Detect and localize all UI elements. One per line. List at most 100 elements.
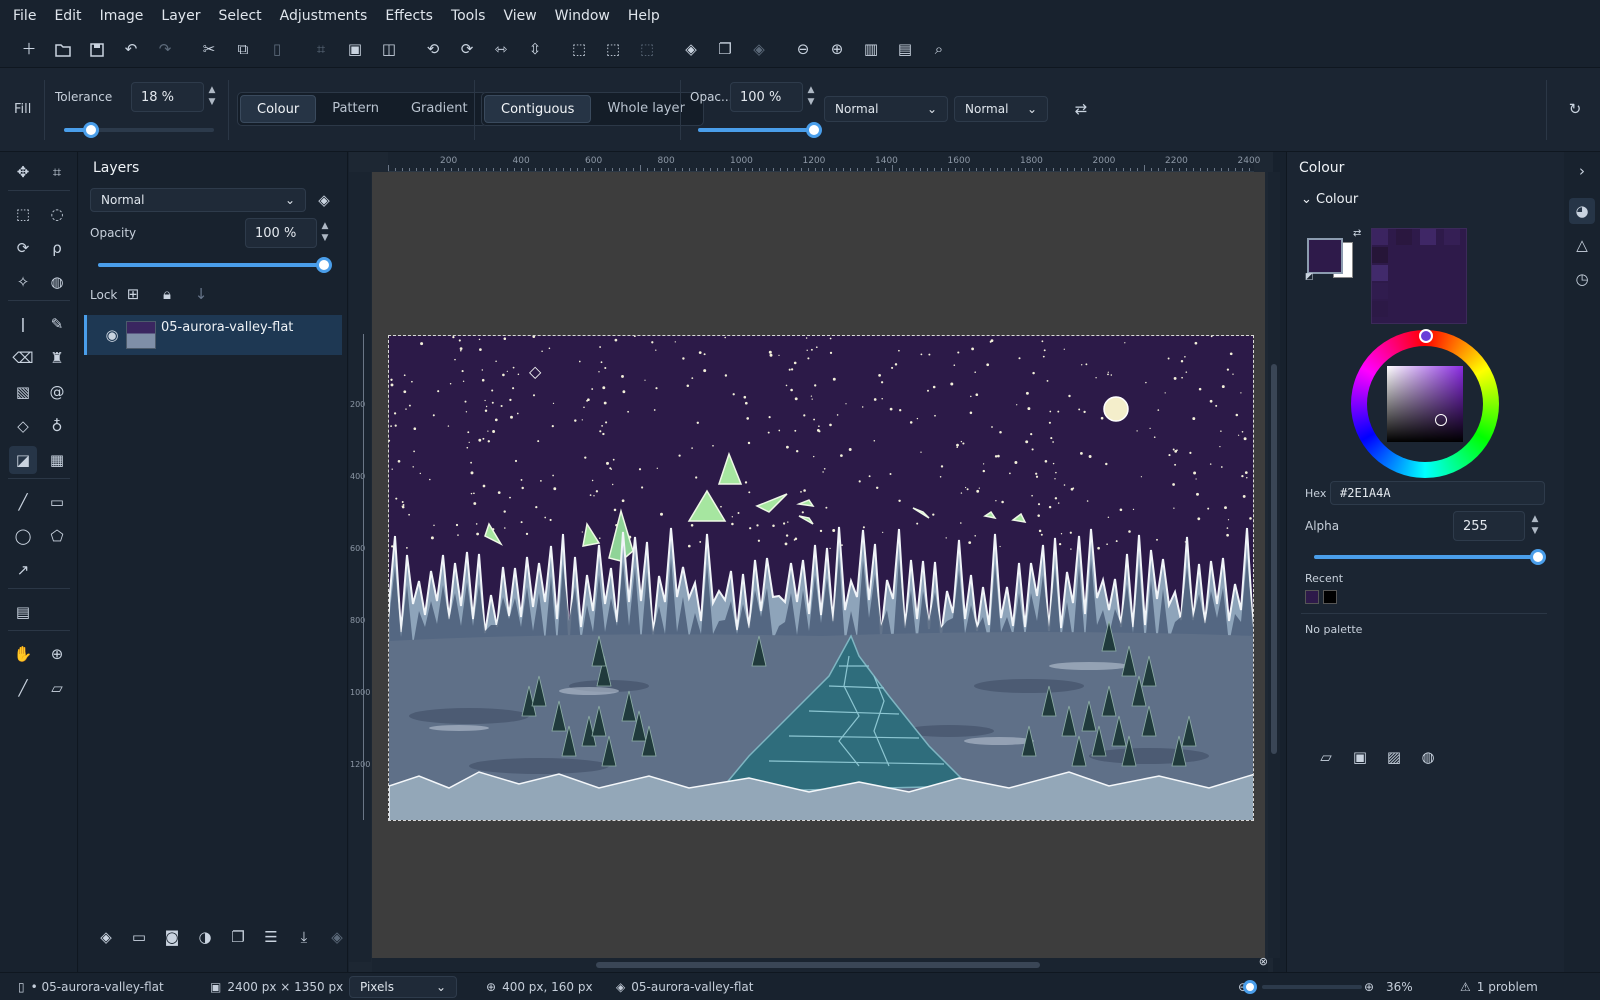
delete-layer-icon[interactable]: ◈ [324, 924, 350, 950]
menu-help[interactable]: Help [619, 0, 669, 32]
magic-wand-icon[interactable]: ✧ [9, 268, 37, 296]
menu-select[interactable]: Select [209, 0, 270, 32]
layer-mask-icon[interactable]: ◙ [159, 924, 185, 950]
colour-select-icon[interactable]: ◍ [43, 268, 71, 296]
copy-icon[interactable]: ⧉ [226, 35, 260, 65]
eyedropper-icon[interactable]: ╱ [9, 674, 37, 702]
save-icon[interactable] [80, 35, 114, 65]
colour-panel-tab-icon[interactable]: ◕ [1569, 198, 1595, 224]
add-layer-icon[interactable]: ◈ [674, 35, 708, 65]
arrow-tool-icon[interactable]: ↗ [9, 556, 37, 584]
lasso-brush-icon[interactable]: ρ [43, 234, 71, 262]
text-tool-icon[interactable]: ▤ [9, 598, 37, 626]
rectangle-tool-icon[interactable]: ▭ [43, 488, 71, 516]
undo-icon[interactable]: ↶ [114, 35, 148, 65]
invert-selection-icon[interactable]: ⬚ [630, 35, 664, 65]
merge-down-icon[interactable]: ☰ [258, 924, 284, 950]
alpha-input[interactable]: 255 [1453, 511, 1525, 541]
zoom-in-icon[interactable]: ⊕ [1364, 973, 1374, 1000]
crop-icon[interactable]: ⌗ [304, 35, 338, 65]
move-tool-icon[interactable]: ✥ [9, 158, 37, 186]
menu-tools[interactable]: Tools [442, 0, 495, 32]
palette-from-image-icon[interactable]: ▨ [1381, 744, 1407, 770]
lock-pixels-icon[interactable]: ⊞ [120, 281, 146, 307]
adjustment-layer-icon[interactable]: ◑ [192, 924, 218, 950]
flip-vertical-icon[interactable]: ⇳ [518, 35, 552, 65]
flood-mode-contiguous[interactable]: Contiguous [484, 95, 592, 123]
save-palette-icon[interactable]: ▣ [1347, 744, 1373, 770]
fill-mode-gradient[interactable]: Gradient [395, 95, 484, 123]
search-icon[interactable]: ⌕ [922, 35, 956, 65]
tolerance-slider[interactable] [64, 122, 214, 138]
layer-blend-select[interactable]: Normal ⌄ [90, 188, 306, 212]
flatten-icon[interactable]: ⤓ [291, 924, 317, 950]
line-tool-icon[interactable]: ╱ [9, 488, 37, 516]
collapse-panel-icon[interactable]: › [1569, 158, 1595, 184]
merge-layer-icon[interactable]: ◈ [742, 35, 776, 65]
rotate-right-icon[interactable]: ⟳ [450, 35, 484, 65]
eraser-icon[interactable]: ⌫ [9, 344, 37, 372]
opacity-stepper[interactable]: ▲ ▼ [805, 84, 817, 108]
layer-opacity-slider[interactable] [98, 257, 332, 273]
blend-mode-select-2[interactable]: Normal ⌄ [954, 96, 1048, 122]
tolerance-input[interactable]: 18 % [131, 82, 204, 112]
redo-icon[interactable]: ↷ [148, 35, 182, 65]
alpha-stepper[interactable]: ▲ ▼ [1529, 513, 1541, 537]
brush-icon[interactable]: ǀ [9, 310, 37, 338]
zoom-slider[interactable] [1243, 973, 1362, 1000]
zoom-out-icon[interactable]: ⊖ [786, 35, 820, 65]
dodge-icon[interactable]: ♁ [43, 412, 71, 440]
rotate-left-icon[interactable]: ⟲ [416, 35, 450, 65]
canvas-size-icon[interactable]: ◫ [372, 35, 406, 65]
fit-window-icon[interactable]: ▤ [888, 35, 922, 65]
opacity-slider[interactable] [698, 122, 822, 138]
menu-window[interactable]: Window [546, 0, 619, 32]
swap-settings-icon[interactable]: ⇄ [1068, 96, 1094, 122]
units-select[interactable]: Pixels ⌄ [349, 976, 457, 998]
resize-image-icon[interactable]: ▣ [338, 35, 372, 65]
colour-section-toggle[interactable]: ⌄ Colour [1301, 192, 1358, 207]
duplicate-layer-icon[interactable]: ❐ [708, 35, 742, 65]
tolerance-stepper[interactable]: ▲ ▼ [206, 84, 218, 108]
paste-icon[interactable]: ▯ [260, 35, 294, 65]
flood-mode-whole-layer[interactable]: Whole layer [591, 95, 700, 123]
visibility-eye-icon[interactable]: ◉ [99, 322, 125, 348]
ruler-tool-icon[interactable]: ▱ [43, 674, 71, 702]
adjustments-tab-icon[interactable]: △ [1569, 232, 1595, 258]
select-all-icon[interactable]: ⬚ [562, 35, 596, 65]
stamp-icon[interactable]: ♜ [43, 344, 71, 372]
zoom-level[interactable]: 36% [1386, 973, 1413, 1000]
sv-picker-handle[interactable] [1435, 414, 1447, 426]
menu-effects[interactable]: Effects [376, 0, 442, 32]
saturation-value-square[interactable] [1387, 366, 1463, 442]
cut-icon[interactable]: ✂ [192, 35, 226, 65]
add-group-icon[interactable]: ▭ [126, 924, 152, 950]
hex-input[interactable]: #2E1A4A [1330, 481, 1545, 505]
alpha-slider[interactable] [1314, 549, 1546, 565]
artwork-canvas[interactable]: ◇ [388, 335, 1254, 821]
menu-adjustments[interactable]: Adjustments [271, 0, 377, 32]
reset-view-icon[interactable]: ⊗ [1259, 955, 1268, 968]
hand-tool-icon[interactable]: ✋ [9, 640, 37, 668]
deselect-icon[interactable]: ⬚ [596, 35, 630, 65]
hue-picker-handle[interactable] [1419, 329, 1433, 343]
lock-position-icon[interactable]: ↓ [188, 281, 214, 307]
layer-stack-icon[interactable]: ◈ [311, 187, 337, 213]
blur-icon[interactable]: ◇ [9, 412, 37, 440]
fill-mode-colour[interactable]: Colour [240, 95, 317, 123]
menu-image[interactable]: Image [91, 0, 153, 32]
heal-icon[interactable]: @ [43, 378, 71, 406]
history-tab-icon[interactable]: ◷ [1569, 266, 1595, 292]
actual-size-icon[interactable]: ▥ [854, 35, 888, 65]
fill-mode-pattern[interactable]: Pattern [316, 95, 395, 123]
horizontal-scrollbar[interactable]: ⊗ [372, 955, 1268, 972]
zoom-in-icon[interactable]: ⊕ [820, 35, 854, 65]
ellipse-tool-icon[interactable]: ◯ [9, 522, 37, 550]
menu-edit[interactable]: Edit [45, 0, 90, 32]
colour-history-grid[interactable] [1371, 228, 1467, 324]
rect-select-icon[interactable]: ⬚ [9, 200, 37, 228]
gradient-icon[interactable]: ▦ [43, 446, 71, 474]
open-folder-icon[interactable] [46, 35, 80, 65]
primary-colour-swatch[interactable] [1307, 238, 1343, 274]
vertical-scrollbar[interactable] [1268, 172, 1280, 958]
